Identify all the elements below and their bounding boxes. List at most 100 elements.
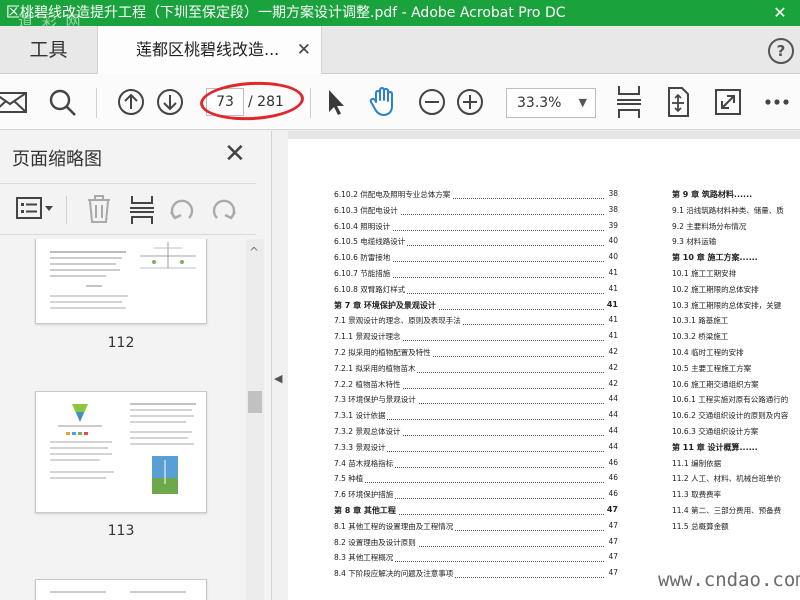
toc-entry[interactable]: 9.3 材料运输 bbox=[672, 236, 800, 252]
toc-entry[interactable]: 11.1 编制依据 bbox=[672, 458, 800, 474]
toc-entry-page: 47 bbox=[606, 520, 618, 530]
rotate-view-icon[interactable] bbox=[664, 86, 692, 118]
tab-document[interactable]: 莲都区桃碧线改造... ✕ bbox=[98, 26, 322, 75]
rotate-right-icon[interactable] bbox=[210, 196, 238, 224]
toc-entry[interactable]: 10.3.2 桥梁施工 bbox=[672, 331, 800, 347]
toc-entry-label: 6.10.5 电缆线路设计 bbox=[334, 237, 408, 247]
toc-entry[interactable]: 11.2 人工、材料、机械台班单价 bbox=[672, 473, 800, 489]
toc-entry[interactable]: 7.3 环境保护与景观设计 44 bbox=[334, 394, 618, 410]
toc-entry[interactable]: 7.4 苗木规格指标 46 bbox=[334, 457, 618, 474]
more-options-icon[interactable] bbox=[764, 88, 792, 116]
toc-entry-label: 第 7 章 环境保护及景观设计 bbox=[334, 300, 438, 310]
thumbnail-toolbar bbox=[0, 183, 256, 235]
page-preview-image bbox=[50, 591, 186, 593]
insert-page-icon[interactable] bbox=[128, 194, 156, 226]
toc-entry[interactable]: 10.4 临时工程的安排 bbox=[672, 347, 800, 363]
search-icon[interactable] bbox=[48, 88, 78, 116]
toc-entry[interactable]: 11.4 第二、三部分费用、预备费 bbox=[672, 505, 800, 521]
toc-entry-label: 7.2 拟采用的植物配置及特性 bbox=[334, 348, 433, 357]
toc-entry[interactable]: 10.3 施工期限的总体安排，关键 bbox=[672, 300, 800, 316]
full-screen-icon[interactable] bbox=[714, 88, 742, 116]
toc-entry-label: 6.10.3 供配电设计 bbox=[334, 205, 400, 215]
toc-entry[interactable]: 7.2 拟采用的植物配置及特性 42 bbox=[334, 347, 618, 363]
toc-entry[interactable]: 8.4 下阶段应解决的问题及注意事项 47 bbox=[334, 568, 618, 584]
zoom-in-icon[interactable] bbox=[456, 88, 486, 116]
toc-entry[interactable]: 10.5 主要工程施工方案 bbox=[672, 363, 800, 379]
toc-entry[interactable]: 第 8 章 其他工程 47 bbox=[334, 505, 618, 521]
toc-entry[interactable]: 8.3 其他工程概况 47 bbox=[334, 552, 618, 568]
scrollbar-thumb[interactable] bbox=[248, 391, 262, 413]
zoom-out-icon[interactable] bbox=[418, 88, 448, 116]
scroll-up-icon[interactable]: ^ bbox=[249, 245, 259, 259]
page-thumbnail[interactable] bbox=[35, 239, 207, 324]
toc-entry[interactable]: 6.10.5 电缆线路设计 40 bbox=[334, 236, 618, 252]
site-watermark: www.cndao.com bbox=[658, 569, 800, 591]
toc-entry-label: 7.1 景观设计的理念、原则及表现手法 bbox=[334, 316, 463, 326]
toc-entry[interactable]: 第 7 章 环境保护及景观设计 41 bbox=[334, 299, 618, 316]
toc-entry[interactable]: 10.6.1 工程实施对原有公路通行的 bbox=[672, 394, 800, 410]
email-icon[interactable] bbox=[0, 88, 30, 116]
close-icon[interactable]: ✕ bbox=[224, 141, 246, 167]
rotate-left-icon[interactable] bbox=[168, 196, 196, 224]
toc-entry-label: 7.5 种植 bbox=[334, 474, 366, 484]
toc-entry-label: 6.10.2 供配电及照明专业总体方案 bbox=[334, 190, 453, 199]
toc-entry[interactable]: 第 9 章 筑路材料...... bbox=[672, 189, 800, 205]
tab-tools[interactable]: 工具 bbox=[0, 26, 98, 74]
toc-entry[interactable]: 7.2.2 植物苗木特性 42 bbox=[334, 378, 618, 395]
toc-entry[interactable]: 7.1 景观设计的理念、原则及表现手法 41 bbox=[334, 315, 618, 331]
zoom-select[interactable]: 33.3% ▼ bbox=[506, 88, 596, 118]
document-view[interactable]: 6.10.2 供配电及照明专业总体方案 38 6.10.3 供配电设计 38 6.10.… bbox=[288, 131, 800, 600]
toc-entry[interactable]: 10.6.2 交通组织设计的原则及内容 bbox=[672, 410, 800, 426]
toc-entry[interactable]: 10.6.3 交通组织设计方案 bbox=[672, 426, 800, 442]
toc-entry-label: 7.1.1 景观设计理念 bbox=[334, 332, 403, 342]
toc-entry[interactable]: 7.3.1 设计依据 44 bbox=[334, 410, 618, 426]
toc-entry-label: 7.3.3 景观设计 bbox=[334, 442, 388, 452]
toc-entry[interactable]: 10.2 施工期限的总体安排 bbox=[672, 284, 800, 300]
toc-entry[interactable]: 8.1 其他工程的设置理由及工程情况 47 bbox=[334, 520, 618, 537]
toc-entry[interactable]: 第 11 章 设计概算...... bbox=[672, 442, 800, 458]
toc-entry[interactable]: 9.1 沿线筑路材料种类、储量、质 bbox=[672, 205, 800, 221]
select-arrow-icon[interactable] bbox=[324, 88, 348, 116]
toc-entry[interactable]: 6.10.6 防雷接地 40 bbox=[334, 252, 618, 268]
toc-entry[interactable]: 6.10.4 照明设计 39 bbox=[334, 220, 618, 237]
previous-page-icon[interactable] bbox=[117, 88, 147, 116]
toc-entry[interactable]: 11.5 总概算金额 bbox=[672, 521, 800, 537]
toc-entry[interactable]: 6.10.3 供配电设计 38 bbox=[334, 204, 618, 221]
thumbnail-options-icon[interactable] bbox=[16, 196, 56, 222]
trash-icon[interactable] bbox=[86, 195, 112, 223]
toc-entry[interactable]: 7.2.1 拟采用的植物苗木 42 bbox=[334, 362, 618, 379]
window-title: 区桃碧线改造提升工程（下圳至保定段）一期方案设计调整.pdf - Adobe A… bbox=[6, 5, 566, 21]
toc-entry[interactable]: 10.1 施工工期安排 bbox=[672, 268, 800, 284]
toc-entry[interactable]: 9.2 主要料场分布情况 bbox=[672, 221, 800, 237]
toc-entry[interactable]: 7.3.3 景观设计 44 bbox=[334, 441, 618, 458]
collapse-panel-icon[interactable]: ◀ bbox=[274, 372, 282, 385]
hand-tool-icon[interactable] bbox=[368, 86, 400, 118]
toc-entry[interactable]: 7.6 环境保护措施 46 bbox=[334, 489, 618, 505]
toc-entry-label: 7.3.2 景观总体设计 bbox=[334, 427, 403, 436]
tab-document-label: 莲都区桃碧线改造... bbox=[136, 40, 280, 59]
toc-entry[interactable]: 11.3 取费费率 bbox=[672, 489, 800, 505]
toc-entry[interactable]: 7.1.1 景观设计理念 41 bbox=[334, 331, 618, 347]
tab-close-icon[interactable]: ✕ bbox=[297, 26, 311, 74]
fit-page-icon[interactable] bbox=[614, 84, 644, 120]
toc-entry-label: 8.3 其他工程概况 bbox=[334, 553, 396, 563]
page-preview-image bbox=[50, 242, 196, 309]
thumbnail-scrollbar[interactable]: ^ bbox=[246, 239, 264, 600]
help-icon[interactable]: ? bbox=[768, 38, 794, 64]
toc-entry-page: 41 bbox=[604, 299, 618, 309]
page-thumbnail[interactable] bbox=[35, 391, 207, 513]
thumbnail-label: 112 bbox=[107, 335, 135, 351]
toc-entry[interactable]: 10.6 施工期交通组织方案 bbox=[672, 379, 800, 395]
toc-entry[interactable]: 6.10.8 双臂路灯样式 41 bbox=[334, 283, 618, 300]
annotation-ellipse bbox=[199, 79, 305, 123]
window-close-button[interactable]: ✕ bbox=[760, 0, 800, 26]
toc-entry[interactable]: 7.3.2 景观总体设计 44 bbox=[334, 426, 618, 442]
next-page-icon[interactable] bbox=[156, 88, 186, 116]
page-thumbnail[interactable] bbox=[35, 579, 207, 600]
toc-entry[interactable]: 第 10 章 施工方案...... bbox=[672, 252, 800, 268]
toc-entry[interactable]: 6.10.7 节能措施 41 bbox=[334, 268, 618, 284]
toc-entry[interactable]: 6.10.2 供配电及照明专业总体方案 38 bbox=[334, 189, 618, 205]
toc-entry[interactable]: 8.2 设置理由及设计原则 47 bbox=[334, 536, 618, 553]
toc-entry[interactable]: 7.5 种植 46 bbox=[334, 473, 618, 489]
toc-entry[interactable]: 10.3.1 路基施工 bbox=[672, 315, 800, 331]
